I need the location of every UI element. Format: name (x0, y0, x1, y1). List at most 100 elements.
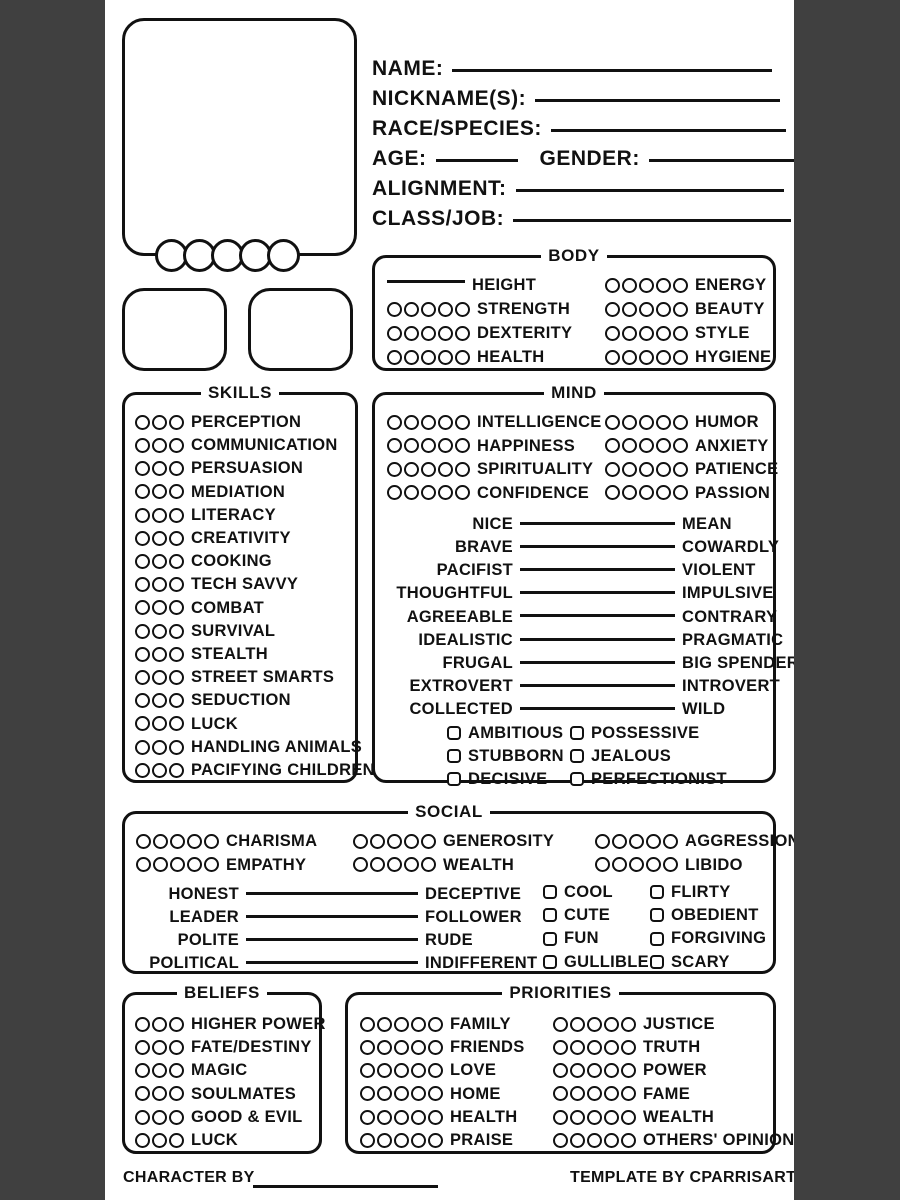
pip[interactable] (135, 1086, 150, 1102)
pip[interactable] (455, 438, 470, 454)
pip[interactable] (387, 857, 402, 873)
pip[interactable] (152, 1086, 167, 1102)
pip[interactable] (622, 349, 637, 365)
pip[interactable] (153, 857, 168, 873)
pip[interactable] (639, 438, 654, 454)
pip[interactable] (455, 414, 470, 430)
pip[interactable] (570, 1063, 585, 1079)
pip[interactable] (360, 1109, 375, 1125)
pip[interactable] (605, 349, 620, 365)
pip[interactable] (360, 1086, 375, 1102)
pip[interactable] (656, 414, 671, 430)
pip[interactable] (152, 484, 167, 500)
pip[interactable] (169, 507, 184, 523)
pip[interactable] (438, 301, 453, 317)
pip[interactable] (570, 1109, 585, 1125)
pip[interactable] (152, 577, 167, 593)
pip[interactable] (621, 1039, 636, 1055)
pip[interactable] (621, 1086, 636, 1102)
pip[interactable] (404, 349, 419, 365)
gender-line[interactable] (648, 159, 794, 162)
header-field-line[interactable] (452, 69, 773, 72)
pip[interactable] (135, 507, 150, 523)
pip[interactable] (656, 325, 671, 341)
pip[interactable] (646, 857, 661, 873)
pip[interactable] (421, 325, 436, 341)
portrait-box[interactable] (122, 18, 357, 256)
pip[interactable] (169, 484, 184, 500)
pip[interactable] (404, 438, 419, 454)
pip[interactable] (169, 1109, 184, 1125)
pip[interactable] (153, 833, 168, 849)
pip[interactable] (394, 1063, 409, 1079)
pip[interactable] (455, 301, 470, 317)
pip[interactable] (370, 857, 385, 873)
detail-box-right[interactable] (248, 288, 353, 371)
pip[interactable] (604, 1109, 619, 1125)
pip[interactable] (639, 349, 654, 365)
pip[interactable] (411, 1039, 426, 1055)
pip[interactable] (622, 485, 637, 501)
pip[interactable] (570, 1039, 585, 1055)
pip[interactable] (411, 1016, 426, 1032)
pip[interactable] (394, 1039, 409, 1055)
pip[interactable] (656, 301, 671, 317)
pip[interactable] (135, 1109, 150, 1125)
checkbox[interactable] (650, 885, 664, 900)
pip[interactable] (152, 461, 167, 477)
pip[interactable] (136, 857, 151, 873)
pip[interactable] (595, 857, 610, 873)
pip[interactable] (438, 438, 453, 454)
slider-track[interactable] (246, 891, 418, 895)
checkbox-row-possessive[interactable]: POSSESSIVE (570, 725, 699, 742)
pip[interactable] (612, 857, 627, 873)
pip[interactable] (438, 325, 453, 341)
pip[interactable] (152, 1063, 167, 1079)
checkbox-row-decisive[interactable]: DECISIVE (447, 771, 547, 788)
pip[interactable] (135, 1063, 150, 1079)
pip[interactable] (170, 833, 185, 849)
checkbox[interactable] (543, 885, 557, 900)
pip[interactable] (360, 1039, 375, 1055)
pip[interactable] (438, 349, 453, 365)
pip[interactable] (622, 414, 637, 430)
pip[interactable] (360, 1132, 375, 1148)
checkbox[interactable] (650, 954, 664, 969)
pip[interactable] (135, 484, 150, 500)
pip[interactable] (404, 857, 419, 873)
pip[interactable] (411, 1132, 426, 1148)
pip[interactable] (169, 600, 184, 616)
age-line[interactable] (435, 159, 518, 162)
pip[interactable] (595, 833, 610, 849)
pip[interactable] (135, 600, 150, 616)
pip[interactable] (639, 485, 654, 501)
pip[interactable] (377, 1109, 392, 1125)
pip[interactable] (169, 577, 184, 593)
pip[interactable] (621, 1109, 636, 1125)
pip[interactable] (639, 301, 654, 317)
checkbox-row-gullible[interactable]: GULLIBLE (543, 954, 649, 971)
pip[interactable] (421, 461, 436, 477)
pip[interactable] (135, 646, 150, 662)
checkbox-row-jealous[interactable]: JEALOUS (570, 748, 671, 765)
pip[interactable] (570, 1016, 585, 1032)
pip[interactable] (428, 1109, 443, 1125)
pip[interactable] (387, 438, 402, 454)
checkbox-row-flirty[interactable]: FLIRTY (650, 884, 731, 901)
pip[interactable] (152, 1016, 167, 1032)
pip[interactable] (404, 461, 419, 477)
checkbox-row-perfectionist[interactable]: PERFECTIONIST (570, 771, 727, 788)
pip[interactable] (656, 485, 671, 501)
pip[interactable] (421, 301, 436, 317)
slider-track[interactable] (246, 937, 418, 941)
pip[interactable] (394, 1086, 409, 1102)
portrait-nub-5[interactable] (267, 239, 300, 272)
detail-box-left[interactable] (122, 288, 227, 371)
checkbox[interactable] (447, 749, 461, 764)
checkbox-row-cool[interactable]: COOL (543, 884, 613, 901)
pip[interactable] (553, 1086, 568, 1102)
pip[interactable] (587, 1109, 602, 1125)
pip[interactable] (587, 1132, 602, 1148)
pip[interactable] (377, 1132, 392, 1148)
pip[interactable] (152, 437, 167, 453)
